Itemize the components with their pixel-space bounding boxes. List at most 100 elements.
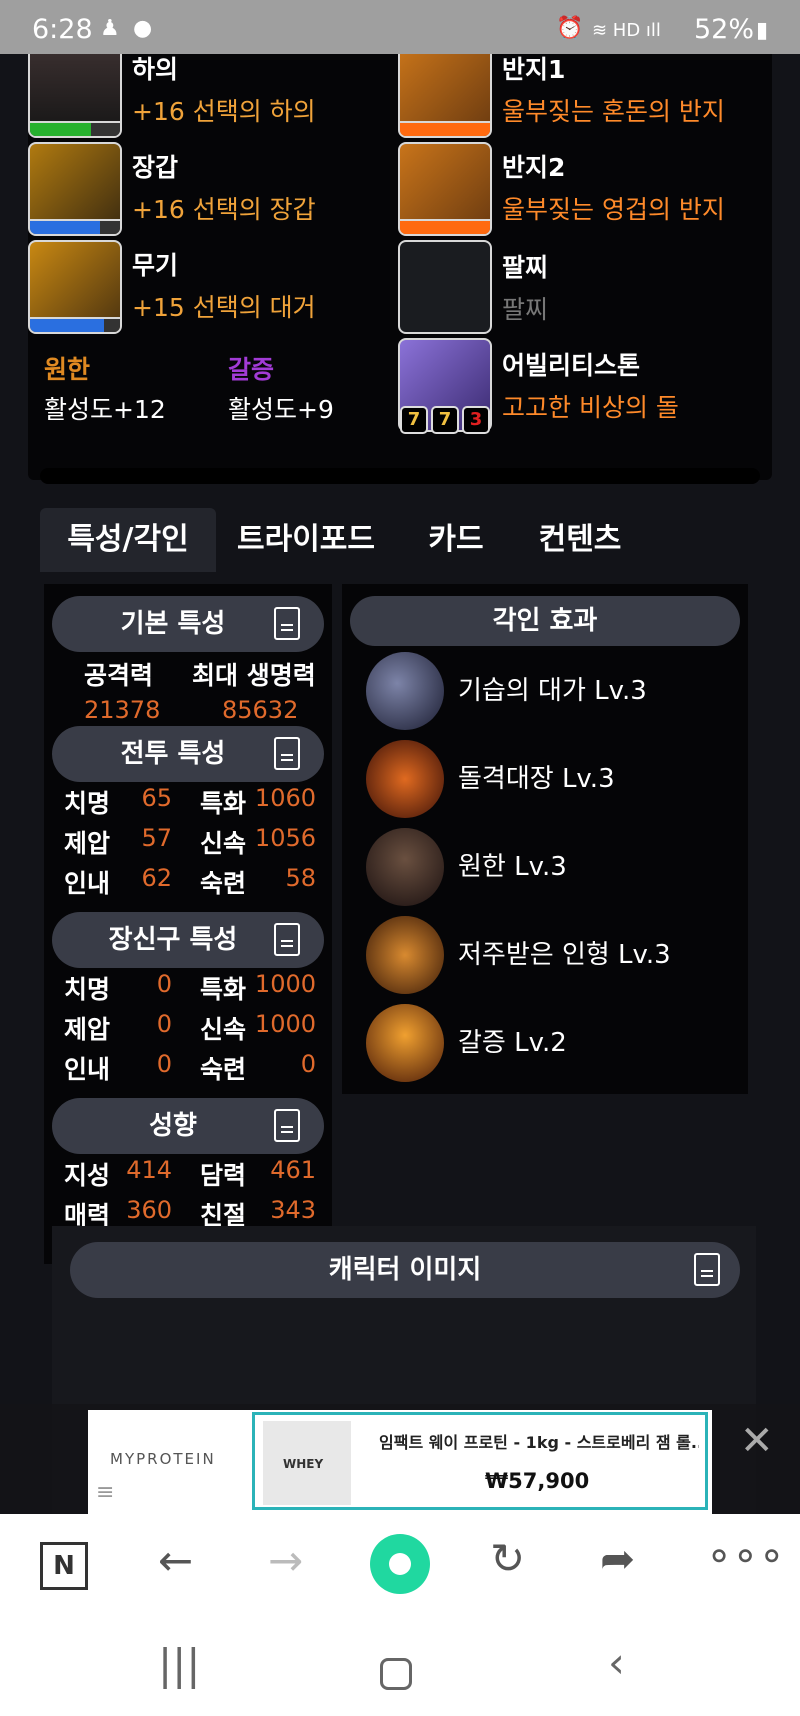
wifi-hd-icon: ≋ HD ıll [592,20,661,41]
equipment-name: 반지1 [502,55,566,84]
stat-label: 제압 [64,829,111,858]
stat-value: 0 [300,1050,316,1078]
character-image-header[interactable]: 캐릭터 이미지 [70,1242,740,1298]
equipment-value: 울부짖는 혼돈의 반지 [502,97,725,126]
green-dot-button[interactable] [370,1534,430,1594]
quality-bar [30,219,120,234]
pants-icon[interactable] [28,54,122,138]
equipment-value: 팔찌 [502,295,549,324]
set-name: 갈증 [228,355,275,384]
tab-card[interactable]: 카드 [414,508,498,572]
stat-value: 461 [270,1156,316,1184]
stat-value: 360 [126,1196,172,1224]
page-content: 하의 +16 선택의 하의 장갑 +16 선택의 장갑 무기 +15 선택의 대… [0,54,800,1514]
basic-stats-header[interactable]: 기본 특성 [52,596,324,652]
recent-apps-icon[interactable]: ||| [158,1640,200,1689]
set-value: 활성도+9 [228,395,334,424]
stat-value: 1000 [254,1010,316,1038]
stat-label: 특화 [200,789,247,818]
equipment-value: +15 선택의 대거 [132,293,316,322]
accessory-stats-title: 장신구 특성 [108,925,238,955]
stone-level: 7 [400,406,428,434]
combat-stats-header[interactable]: 전투 특성 [52,726,324,782]
dagger-icon[interactable] [28,240,122,334]
stat-label: 제압 [64,1015,111,1044]
ring-icon[interactable] [398,142,492,236]
battery-percent: 52% [694,14,755,45]
stat-label: 인내 [64,1055,111,1084]
chat-icon: ● [133,16,153,41]
equipment-name: 팔찌 [502,253,549,282]
menu-icon[interactable]: ≡ [96,1480,114,1505]
forward-arrow-icon[interactable]: → [268,1536,303,1585]
engraving-name: 저주받은 인형 Lv.3 [458,940,671,970]
status-time: 6:28 [32,14,93,45]
character-image-title: 캐릭터 이미지 [328,1255,482,1285]
engraving-name: 기습의 대가 Lv.3 [458,676,647,706]
engraving-name: 돌격대장 Lv.3 [458,764,615,794]
hp-value: 85632 [222,696,299,724]
stone-level: 7 [431,406,459,434]
dot-center [389,1553,411,1575]
equipment-name: 하의 [132,55,179,84]
tendency-title: 성향 [149,1111,197,1141]
stat-label: 숙련 [200,1055,247,1084]
set-name: 원한 [44,355,91,384]
quality-bar [400,219,490,234]
back-nav-icon[interactable]: ‹ [608,1638,625,1687]
tab-traits[interactable]: 특성/각인 [40,508,216,572]
tab-contents[interactable]: 컨텐츠 [522,508,638,572]
alarm-icon: ⏰ [556,16,584,41]
stat-label: 특화 [200,975,247,1004]
stat-value: 0 [156,1010,172,1038]
more-options-icon[interactable]: ∘∘∘ [706,1530,785,1579]
basic-stats-title: 기본 특성 [120,609,226,639]
stat-label: 치명 [64,789,111,818]
equipment-name: 장갑 [132,153,179,182]
share-icon[interactable]: ➦ [600,1534,635,1583]
ad-brand: MYPROTEIN [110,1450,216,1468]
ad-price: ₩57,900 [485,1469,590,1493]
document-icon[interactable] [274,607,300,640]
ambush-master-icon [366,652,444,730]
document-icon[interactable] [274,1109,300,1142]
accessory-stats-header[interactable]: 장신구 특성 [52,912,324,968]
stat-value: 62 [141,864,172,892]
tendency-header[interactable]: 성향 [52,1098,324,1154]
gloves-icon[interactable] [28,142,122,236]
stat-label: 인내 [64,869,111,898]
ring-icon[interactable] [398,54,492,138]
divider [40,468,760,484]
ad-banner[interactable]: MYPROTEIN ≡ WHEY 임팩트 웨이 프로틴 - 1kg - 스트로베… [88,1410,712,1514]
raid-captain-icon [366,740,444,818]
quality-bar [30,121,120,136]
equipment-panel: 하의 +16 선택의 하의 장갑 +16 선택의 장갑 무기 +15 선택의 대… [28,54,772,480]
refresh-icon[interactable]: ↻ [490,1534,525,1583]
back-arrow-icon[interactable]: ← [158,1536,193,1585]
stone-level: 3 [462,406,490,434]
equipment-value: +16 선택의 장갑 [132,195,316,224]
product-image: WHEY [263,1421,351,1505]
ad-product-card[interactable]: WHEY 임팩트 웨이 프로틴 - 1kg - 스트로베리 잼 롤... ₩57… [252,1412,708,1510]
home-icon[interactable] [380,1658,412,1690]
grudge-icon [366,828,444,906]
bracelet-icon[interactable] [398,240,492,334]
attack-value: 21378 [84,696,161,724]
document-icon[interactable] [274,737,300,770]
notification-icon: ♟ [100,16,120,41]
stat-value: 1000 [254,970,316,998]
stat-value: 58 [285,864,316,892]
stat-value: 57 [141,824,172,852]
document-icon[interactable] [694,1253,720,1286]
equipment-value: +16 선택의 하의 [132,97,316,126]
stat-label: 신속 [200,829,247,858]
engraving-name: 갈증 Lv.2 [458,1028,567,1058]
naver-home-icon[interactable]: N [40,1542,88,1590]
document-icon[interactable] [274,923,300,956]
tab-tripod[interactable]: 트라이포드 [226,508,386,572]
ad-product-title: 임팩트 웨이 프로틴 - 1kg - 스트로베리 잼 롤... [379,1433,699,1452]
close-ad-icon[interactable]: ✕ [740,1418,774,1464]
stat-label: 지성 [64,1161,111,1190]
browser-toolbar: N ← → ↻ ➦ ∘∘∘ ||| ‹ [0,1514,800,1716]
stats-panel: 기본 특성 공격력 최대 생명력 21378 85632 전투 특성 장신구 특… [44,584,332,1264]
